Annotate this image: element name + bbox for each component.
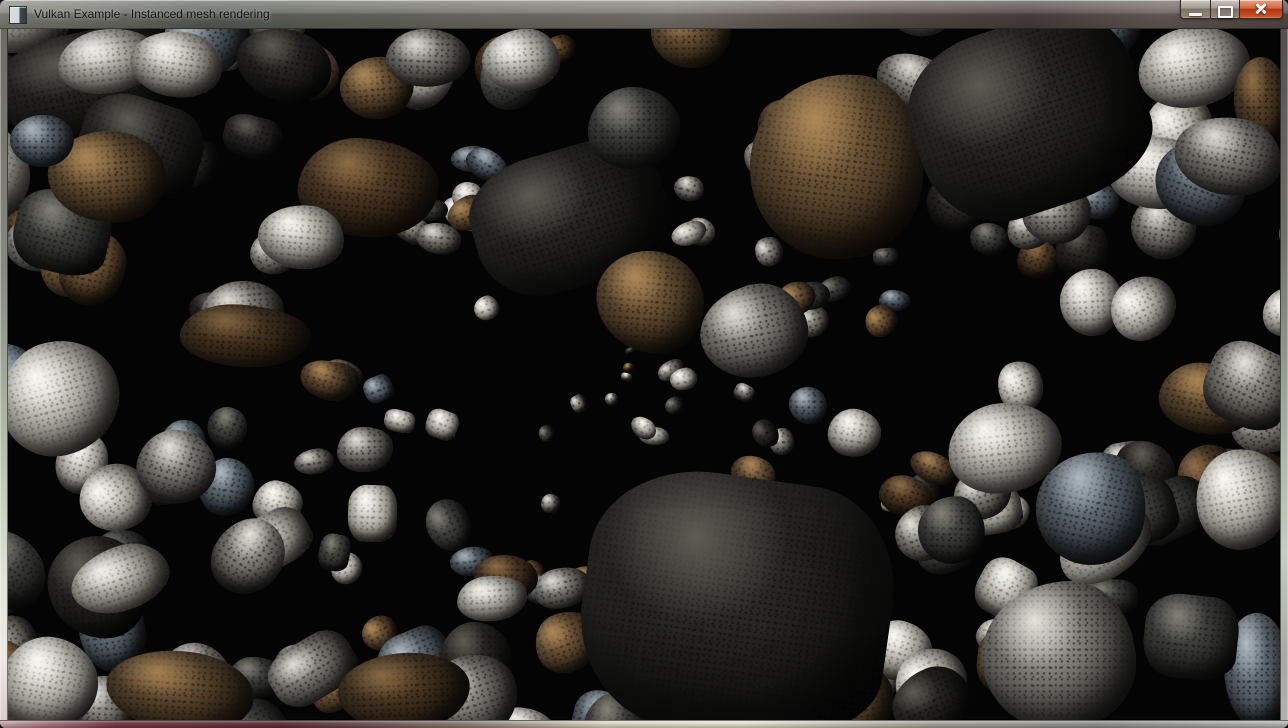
maximize-icon (1218, 6, 1233, 18)
rock (292, 446, 335, 477)
rock (422, 405, 462, 443)
app-window: Vulkan Example - Instanced mesh renderin… (0, 0, 1288, 728)
rock (347, 484, 398, 542)
window-frame-bottom[interactable] (0, 720, 1288, 728)
rock (671, 172, 706, 203)
minimize-button[interactable] (1180, 0, 1210, 19)
rock (8, 328, 132, 468)
rock (1270, 190, 1280, 274)
render-viewport[interactable] (8, 29, 1280, 720)
rock (588, 87, 680, 169)
rock (651, 29, 732, 68)
rock (535, 422, 557, 445)
close-icon (1254, 1, 1269, 16)
vulkan-app-icon (10, 7, 26, 23)
titlebar[interactable]: Vulkan Example - Instanced mesh renderin… (0, 0, 1288, 29)
rock (336, 426, 393, 473)
rock (872, 248, 898, 267)
rock (662, 394, 686, 417)
rock (605, 392, 619, 406)
minimize-icon (1189, 13, 1202, 16)
window-title: Vulkan Example - Instanced mesh renderin… (34, 7, 270, 22)
rock (470, 292, 502, 323)
window-frame-left[interactable] (0, 29, 8, 728)
rock (789, 387, 828, 425)
window-controls (1180, 0, 1283, 19)
close-button[interactable] (1239, 0, 1283, 19)
rock (361, 371, 397, 405)
rock (567, 457, 908, 720)
rock (824, 405, 885, 461)
rock (541, 493, 561, 512)
rock (455, 574, 528, 623)
rock (1257, 280, 1280, 342)
rock (568, 393, 588, 414)
rock (382, 407, 417, 436)
rock (219, 110, 287, 166)
maximize-button[interactable] (1210, 0, 1239, 19)
rock (178, 301, 312, 372)
rock (1140, 590, 1242, 683)
window-frame-right[interactable] (1280, 29, 1288, 728)
rock (731, 380, 756, 404)
